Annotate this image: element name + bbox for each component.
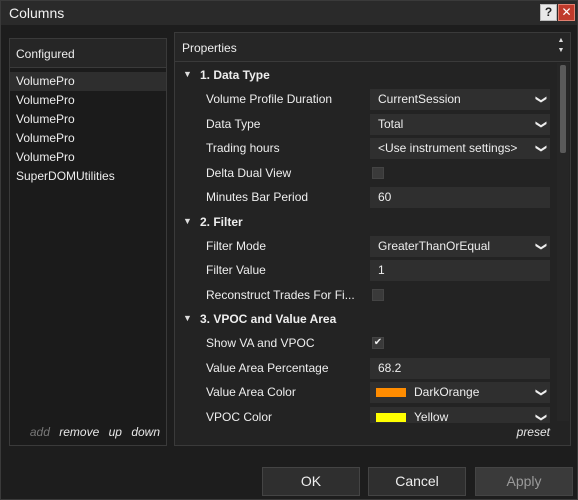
property-row: Filter Value 1 [175,258,557,283]
property-label: Volume Profile Duration [206,92,333,106]
chevron-down-icon: ❯ [534,412,547,422]
scroll-thumb[interactable] [560,65,566,153]
property-row: Trading hours <Use instrument settings> ❯ [175,136,557,161]
configured-item[interactable]: SuperDOMUtilities [10,167,166,186]
configured-item[interactable]: VolumePro [10,91,166,110]
down-link[interactable]: down [131,425,160,439]
input-value: 68.2 [378,360,402,375]
dropdown-value: <Use instrument settings> [378,141,518,155]
preset-link[interactable]: preset [517,425,550,439]
dropdown-value: GreaterThanOrEqual [378,238,491,253]
chevron-down-icon: ❯ [534,387,547,398]
properties-header: Properties ▲ ▼ [175,33,570,62]
up-link[interactable]: up [109,425,122,439]
property-input[interactable]: 68.2 [370,357,550,379]
property-label: Value Area Color [206,385,296,399]
category-title: 1. Data Type [200,68,270,82]
ok-button[interactable]: OK [262,467,360,496]
property-row: Filter Mode GreaterThanOrEqual ❯ [175,234,557,259]
property-label: VPOC Color [206,409,273,424]
configured-list: VolumePro VolumePro VolumePro VolumePro Volu… [10,72,166,186]
color-name: DarkOrange [414,385,480,399]
property-checkbox[interactable]: ✔ [372,337,384,349]
property-dropdown[interactable]: CurrentSession ❯ [370,89,550,110]
property-label: Trading hours [206,141,280,155]
property-label: Reconstruct Trades For Fi... [206,287,355,302]
property-row: Volume Profile Duration CurrentSession ❯ [175,87,557,112]
property-row: Minutes Bar Period 60 [175,185,557,210]
property-checkbox[interactable] [372,288,384,301]
property-row: Reconstruct Trades For Fi... [175,283,557,308]
configured-title: Configured [16,47,75,61]
property-label: Minutes Bar Period [206,190,309,204]
chevron-down-icon: ❯ [534,241,547,251]
input-value: 60 [378,190,392,204]
list-actions: add remove up down [10,425,166,439]
remove-link[interactable]: remove [59,425,99,439]
apply-button[interactable]: Apply [475,467,573,496]
property-row: Data Type Total ❯ [175,112,557,137]
configured-item[interactable]: VolumePro [10,129,166,148]
collapse-arrow-icon[interactable]: ▼ [183,313,192,323]
property-row: Value Area Percentage 68.2 [175,356,557,381]
category-title: 3. VPOC and Value Area [200,312,337,326]
color-dropdown[interactable]: Yellow ❯ [370,406,550,424]
title-bar[interactable]: Columns ? ✕ [1,1,577,25]
color-swatch [376,412,406,422]
property-dropdown[interactable]: Total ❯ [370,113,550,135]
configured-header: Configured [10,39,166,68]
property-label: Show VA and VPOC [206,336,315,350]
property-row: VPOC Color Yellow ❯ [175,405,557,424]
configured-item[interactable]: VolumePro [10,110,166,129]
category-header[interactable]: ▼ 3. VPOC and Value Area [175,307,557,331]
input-value: 1 [378,263,385,277]
color-name: Yellow [414,409,449,424]
property-scrollbar[interactable] [557,63,569,421]
property-input[interactable]: 1 [370,260,550,281]
columns-dialog: Columns ? ✕ Configured VolumePro VolumePr… [0,0,578,500]
add-link[interactable]: add [30,425,50,439]
category-header[interactable]: ▼ 2. Filter [175,210,557,234]
category-header[interactable]: ▼ 1. Data Type [175,63,557,87]
properties-title: Properties [182,41,237,55]
property-grid: ▼ 1. Data Type Volume Profile Duration Curr… [175,63,557,423]
dropdown-value: Total [378,116,404,131]
category-title: 2. Filter [200,214,243,229]
cancel-button[interactable]: Cancel [368,467,466,496]
property-label: Value Area Percentage [206,360,329,375]
color-dropdown[interactable]: DarkOrange ❯ [370,382,550,403]
configured-panel: Configured VolumePro VolumePro VolumePro Vo… [9,38,167,446]
property-label: Delta Dual View [206,165,292,180]
property-dropdown[interactable]: GreaterThanOrEqual ❯ [370,235,550,257]
property-label: Data Type [206,116,261,131]
property-input[interactable]: 60 [370,187,550,208]
window-title: Columns [9,5,65,21]
dropdown-value: CurrentSession [378,92,461,106]
collapse-arrow-icon[interactable]: ▼ [183,69,192,79]
sort-arrows-icon[interactable]: ▲ ▼ [556,36,566,56]
property-row: Show VA and VPOC ✔ [175,331,557,356]
color-swatch [376,388,406,398]
help-icon[interactable]: ? [540,4,557,21]
properties-panel: Properties ▲ ▼ ▼ 1. Data Type Volume Profil… [174,32,571,446]
property-row: Value Area Color DarkOrange ❯ [175,380,557,405]
property-dropdown[interactable]: <Use instrument settings> ❯ [370,138,550,159]
close-icon[interactable]: ✕ [558,4,575,21]
chevron-down-icon: ❯ [534,94,547,105]
chevron-down-icon: ❯ [534,143,547,154]
chevron-down-icon: ❯ [534,119,547,129]
property-label: Filter Mode [206,238,267,253]
property-checkbox[interactable] [372,166,384,179]
property-label: Filter Value [206,263,266,277]
configured-item[interactable]: VolumePro [10,148,166,167]
collapse-arrow-icon[interactable]: ▼ [183,216,192,226]
configured-item[interactable]: VolumePro [10,72,166,91]
property-row: Delta Dual View [175,161,557,186]
